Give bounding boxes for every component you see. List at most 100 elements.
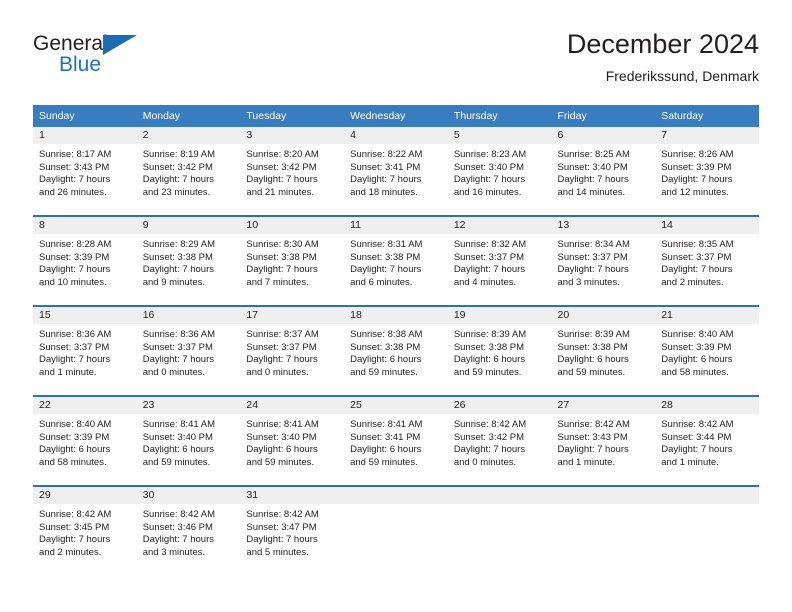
daylight-text-line1: Daylight: 7 hours bbox=[142, 264, 214, 276]
day-details: Sunrise: 8:19 AM Sunset: 3:42 PM Daylight:… bbox=[137, 144, 241, 199]
day-cell: 8 Sunrise: 8:28 AM Sunset: 3:39 PM Daylight… bbox=[33, 215, 137, 306]
day-cell-inner[interactable]: 11 Sunrise: 8:31 AM Sunset: 3:38 PM Dayligh… bbox=[344, 217, 448, 305]
sunset-text: Sunset: 3:38 PM bbox=[557, 341, 628, 353]
day-cell-inner[interactable]: 27 Sunrise: 8:42 AM Sunset: 3:43 PM Dayligh… bbox=[551, 397, 656, 485]
day-details: Sunrise: 8:34 AM Sunset: 3:37 PM Daylight:… bbox=[552, 234, 656, 289]
daylight-text-line1: Daylight: 7 hours bbox=[661, 444, 733, 456]
day-cell-inner[interactable]: 1 Sunrise: 8:17 AM Sunset: 3:43 PM Daylight… bbox=[33, 127, 137, 215]
daylight-text-line1: Daylight: 7 hours bbox=[246, 534, 318, 546]
sunrise-text: Sunrise: 8:38 AM bbox=[350, 329, 423, 340]
day-cell: 6 Sunrise: 8:25 AM Sunset: 3:40 PM Daylight… bbox=[551, 127, 656, 216]
sunrise-text: Sunrise: 8:40 AM bbox=[39, 419, 112, 430]
sunset-text: Sunset: 3:38 PM bbox=[350, 341, 421, 353]
daylight-text-line2: and 59 minutes. bbox=[557, 366, 626, 378]
day-details: Sunrise: 8:25 AM Sunset: 3:40 PM Daylight:… bbox=[552, 144, 656, 199]
day-number: 27 bbox=[551, 397, 656, 414]
calendar-body: 1 Sunrise: 8:17 AM Sunset: 3:43 PM Daylight… bbox=[33, 127, 759, 575]
day-cell-inner[interactable]: 15 Sunrise: 8:36 AM Sunset: 3:37 PM Dayligh… bbox=[33, 307, 137, 395]
day-number: 18 bbox=[344, 307, 448, 324]
day-cell: 20 Sunrise: 8:39 AM Sunset: 3:38 PM Dayligh… bbox=[551, 305, 656, 396]
day-cell-inner[interactable]: 6 Sunrise: 8:25 AM Sunset: 3:40 PM Daylight… bbox=[551, 127, 656, 215]
day-cell-inner[interactable]: 25 Sunrise: 8:41 AM Sunset: 3:41 PM Dayligh… bbox=[344, 397, 448, 485]
sunrise-text: Sunrise: 8:36 AM bbox=[142, 329, 216, 340]
day-cell: 22 Sunrise: 8:40 AM Sunset: 3:39 PM Dayligh… bbox=[33, 395, 137, 486]
sunset-text: Sunset: 3:37 PM bbox=[142, 341, 213, 353]
day-cell: 24 Sunrise: 8:41 AM Sunset: 3:40 PM Dayligh… bbox=[240, 395, 345, 486]
day-number: 12 bbox=[447, 217, 552, 234]
week-row: 22 Sunrise: 8:40 AM Sunset: 3:39 PM Dayligh… bbox=[33, 395, 759, 486]
day-cell: 29 Sunrise: 8:42 AM Sunset: 3:45 PM Dayligh… bbox=[33, 485, 137, 575]
day-cell: 12 Sunrise: 8:32 AM Sunset: 3:37 PM Dayligh… bbox=[447, 215, 552, 306]
day-cell: 4 Sunrise: 8:22 AM Sunset: 3:41 PM Daylight… bbox=[344, 127, 448, 216]
day-cell-inner[interactable]: 18 Sunrise: 8:38 AM Sunset: 3:38 PM Dayligh… bbox=[344, 307, 448, 395]
day-number: 30 bbox=[136, 487, 241, 504]
week-row: 1 Sunrise: 8:17 AM Sunset: 3:43 PM Daylight… bbox=[33, 127, 759, 216]
day-cell-inner[interactable]: 9 Sunrise: 8:29 AM Sunset: 3:38 PM Daylight… bbox=[136, 217, 241, 305]
day-number: 10 bbox=[240, 217, 345, 234]
day-cell-inner[interactable]: 5 Sunrise: 8:23 AM Sunset: 3:40 PM Daylight… bbox=[447, 127, 552, 215]
sunset-text: Sunset: 3:37 PM bbox=[661, 251, 732, 263]
day-cell-inner[interactable]: 23 Sunrise: 8:41 AM Sunset: 3:40 PM Dayligh… bbox=[136, 397, 241, 485]
daylight-text-line1: Daylight: 6 hours bbox=[661, 354, 733, 366]
day-details: Sunrise: 8:37 AM Sunset: 3:37 PM Daylight:… bbox=[240, 324, 344, 379]
day-cell: 2 Sunrise: 8:19 AM Sunset: 3:42 PM Daylight… bbox=[136, 127, 241, 216]
day-cell: 1 Sunrise: 8:17 AM Sunset: 3:43 PM Daylight… bbox=[33, 127, 137, 216]
day-cell-inner[interactable]: 28 Sunrise: 8:42 AM Sunset: 3:44 PM Dayligh… bbox=[655, 397, 759, 485]
sunset-text: Sunset: 3:39 PM bbox=[39, 431, 110, 443]
day-cell bbox=[551, 485, 656, 575]
sunrise-text: Sunrise: 8:26 AM bbox=[661, 149, 734, 160]
daylight-text-line2: and 14 minutes. bbox=[557, 186, 626, 198]
sunrise-text: Sunrise: 8:42 AM bbox=[142, 509, 216, 520]
day-cell-inner[interactable]: 16 Sunrise: 8:36 AM Sunset: 3:37 PM Dayligh… bbox=[136, 307, 241, 395]
sunset-text: Sunset: 3:43 PM bbox=[39, 161, 110, 173]
daylight-text-line1: Daylight: 7 hours bbox=[246, 174, 318, 186]
daylight-text-line2: and 4 minutes. bbox=[453, 276, 517, 288]
daylight-text-line1: Daylight: 6 hours bbox=[142, 444, 214, 456]
daylight-text-line2: and 7 minutes. bbox=[246, 276, 309, 288]
page-title: December 2024 bbox=[566, 29, 759, 59]
day-details: Sunrise: 8:39 AM Sunset: 3:38 PM Daylight:… bbox=[552, 324, 656, 379]
day-details: Sunrise: 8:28 AM Sunset: 3:39 PM Daylight:… bbox=[33, 234, 137, 289]
sunset-text: Sunset: 3:39 PM bbox=[661, 161, 732, 173]
day-number bbox=[655, 487, 759, 504]
day-cell-inner[interactable]: 12 Sunrise: 8:32 AM Sunset: 3:37 PM Dayligh… bbox=[447, 217, 552, 305]
day-cell-inner[interactable]: 3 Sunrise: 8:20 AM Sunset: 3:42 PM Daylight… bbox=[240, 127, 345, 215]
day-cell-inner[interactable]: 29 Sunrise: 8:42 AM Sunset: 3:45 PM Dayligh… bbox=[33, 487, 137, 575]
daylight-text-line1: Daylight: 6 hours bbox=[453, 354, 526, 366]
sunset-text: Sunset: 3:41 PM bbox=[350, 431, 421, 443]
day-cell-inner-empty bbox=[447, 487, 552, 575]
daylight-text-line2: and 2 minutes. bbox=[661, 276, 724, 288]
title-block: December 2024 Frederikssund, Denmark bbox=[567, 28, 759, 86]
day-cell-inner[interactable]: 13 Sunrise: 8:34 AM Sunset: 3:37 PM Dayligh… bbox=[551, 217, 656, 305]
daylight-text-line2: and 58 minutes. bbox=[661, 366, 729, 378]
day-cell-inner[interactable]: 24 Sunrise: 8:41 AM Sunset: 3:40 PM Dayligh… bbox=[240, 397, 345, 485]
day-details: Sunrise: 8:42 AM Sunset: 3:47 PM Daylight:… bbox=[240, 504, 344, 559]
day-details: Sunrise: 8:20 AM Sunset: 3:42 PM Daylight:… bbox=[240, 144, 344, 199]
daylight-text-line2: and 18 minutes. bbox=[350, 186, 418, 198]
day-cell-inner[interactable]: 30 Sunrise: 8:42 AM Sunset: 3:46 PM Dayligh… bbox=[136, 487, 241, 575]
day-cell-inner[interactable]: 8 Sunrise: 8:28 AM Sunset: 3:39 PM Daylight… bbox=[33, 217, 137, 305]
day-cell-inner-empty bbox=[655, 487, 759, 575]
sunset-text: Sunset: 3:37 PM bbox=[557, 251, 628, 263]
day-cell-inner[interactable]: 10 Sunrise: 8:30 AM Sunset: 3:38 PM Dayligh… bbox=[240, 217, 345, 305]
day-cell-inner[interactable]: 22 Sunrise: 8:40 AM Sunset: 3:39 PM Dayligh… bbox=[33, 397, 137, 485]
daylight-text-line1: Daylight: 7 hours bbox=[557, 444, 629, 456]
day-cell-inner[interactable]: 31 Sunrise: 8:42 AM Sunset: 3:47 PM Dayligh… bbox=[240, 487, 345, 575]
sunset-text: Sunset: 3:46 PM bbox=[142, 521, 213, 533]
day-cell-inner[interactable]: 19 Sunrise: 8:39 AM Sunset: 3:38 PM Dayligh… bbox=[447, 307, 552, 395]
day-cell-inner[interactable]: 14 Sunrise: 8:35 AM Sunset: 3:37 PM Dayligh… bbox=[655, 217, 759, 305]
day-cell-inner[interactable]: 17 Sunrise: 8:37 AM Sunset: 3:37 PM Dayligh… bbox=[240, 307, 345, 395]
day-cell-inner[interactable]: 26 Sunrise: 8:42 AM Sunset: 3:42 PM Dayligh… bbox=[447, 397, 552, 485]
day-cell-inner[interactable]: 4 Sunrise: 8:22 AM Sunset: 3:41 PM Daylight… bbox=[344, 127, 448, 215]
daylight-text-line2: and 3 minutes. bbox=[142, 546, 206, 558]
daylight-text-line2: and 10 minutes. bbox=[39, 276, 107, 288]
location-subtitle: Frederikssund, Denmark bbox=[605, 68, 759, 84]
day-cell-inner[interactable]: 20 Sunrise: 8:39 AM Sunset: 3:38 PM Dayligh… bbox=[551, 307, 656, 395]
day-details: Sunrise: 8:42 AM Sunset: 3:44 PM Daylight:… bbox=[655, 414, 759, 469]
day-number: 20 bbox=[551, 307, 656, 324]
general-blue-logo[interactable]: General Blue bbox=[33, 32, 233, 88]
day-cell-inner[interactable]: 2 Sunrise: 8:19 AM Sunset: 3:42 PM Daylight… bbox=[136, 127, 241, 215]
day-cell-inner[interactable]: 7 Sunrise: 8:26 AM Sunset: 3:39 PM Daylight… bbox=[655, 127, 759, 215]
day-cell-inner[interactable]: 21 Sunrise: 8:40 AM Sunset: 3:39 PM Dayligh… bbox=[655, 307, 759, 395]
day-details: Sunrise: 8:42 AM Sunset: 3:42 PM Daylight:… bbox=[448, 414, 552, 469]
